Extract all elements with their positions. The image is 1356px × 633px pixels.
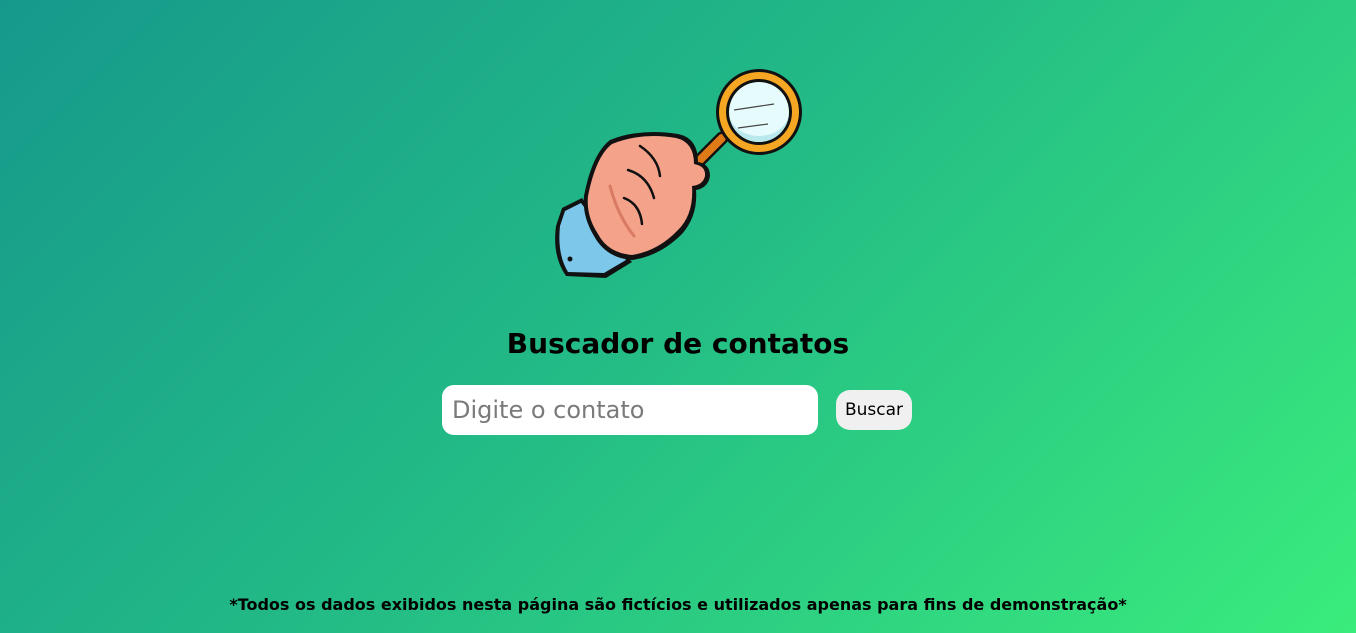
search-button[interactable]: Buscar [836,390,912,430]
hand-magnifying-glass-icon [548,66,808,286]
disclaimer-text: *Todos os dados exibidos nesta página sã… [229,595,1127,614]
search-form: Buscar [442,385,912,435]
page-title: Buscador de contatos [506,327,850,360]
contact-search-input[interactable] [442,385,818,435]
